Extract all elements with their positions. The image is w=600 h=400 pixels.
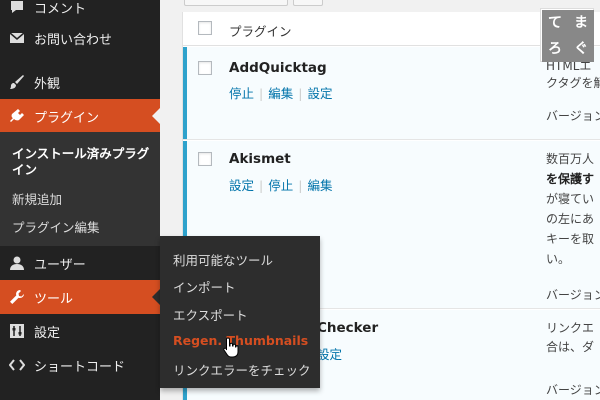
row-checkbox[interactable] bbox=[198, 61, 212, 75]
table-row: AddQuicktag 停止 | 編集 | 設定 HTMLエ クタグを解 バージョン bbox=[183, 47, 600, 140]
settings-link[interactable]: 設定 bbox=[317, 347, 342, 362]
sidebar-item-appearance[interactable]: 外観 bbox=[0, 65, 160, 99]
description-line: リンクエ bbox=[546, 321, 595, 335]
logo-char: て bbox=[542, 10, 568, 36]
submenu-item-plugin-editor[interactable]: プラグイン編集 bbox=[12, 217, 100, 236]
flyout-item-import[interactable]: インポート bbox=[173, 277, 236, 296]
description-line: キーを取 bbox=[546, 232, 595, 246]
bulk-action-select[interactable] bbox=[184, 0, 288, 6]
deactivate-link[interactable]: 停止 bbox=[229, 86, 254, 101]
settings-link[interactable]: 設定 bbox=[229, 178, 254, 193]
code-icon bbox=[0, 358, 34, 372]
deactivate-link[interactable]: 停止 bbox=[268, 178, 293, 193]
description-line: 数百万人 bbox=[546, 152, 595, 166]
edit-link[interactable]: 編集 bbox=[307, 178, 332, 193]
sidebar-item-label: プラグイン bbox=[34, 110, 100, 126]
column-header-plugin[interactable]: プラグイン bbox=[229, 21, 292, 40]
admin-sidebar: コメント お問い合わせ 外観 プラグイン インストール済みプラグイン 新規追加 … bbox=[0, 0, 160, 400]
description-line: が寝てい bbox=[546, 192, 595, 206]
settings-link[interactable]: 設定 bbox=[307, 86, 332, 101]
sidebar-item-label: コメント bbox=[34, 1, 87, 17]
mail-icon bbox=[0, 31, 34, 45]
plugin-icon bbox=[0, 108, 34, 124]
submenu-item-add-new[interactable]: 新規追加 bbox=[12, 189, 62, 208]
flyout-item-available-tools[interactable]: 利用可能なツール bbox=[173, 250, 273, 269]
description-line: 合は、ダ bbox=[546, 340, 595, 354]
description-line-bold: を保護す bbox=[546, 172, 595, 186]
select-all-checkbox[interactable] bbox=[198, 21, 212, 35]
tools-flyout-menu: 利用可能なツール インポート エクスポート Regen. Thumbnails … bbox=[160, 236, 320, 388]
logo-char: ぐ bbox=[568, 36, 594, 62]
plugin-name: AddQuicktag bbox=[229, 60, 327, 76]
sidebar-item-label: 設定 bbox=[34, 325, 61, 341]
user-icon bbox=[0, 255, 34, 271]
row-actions: 設定 bbox=[317, 344, 342, 363]
row-actions: 停止 | 編集 | 設定 bbox=[229, 86, 333, 101]
edit-link[interactable]: 編集 bbox=[268, 86, 293, 101]
sidebar-item-label: お問い合わせ bbox=[34, 32, 113, 48]
flyout-item-regen-thumbnails[interactable]: Regen. Thumbnails bbox=[173, 333, 308, 348]
sidebar-item-contact[interactable]: お問い合わせ bbox=[0, 21, 160, 55]
sidebar-item-label: 外観 bbox=[34, 76, 61, 92]
plugin-description: HTMLエ クタグを解 bbox=[546, 58, 600, 92]
plugin-description: リンクエ 合は、ダ bbox=[546, 319, 600, 357]
plugin-name: Checker bbox=[317, 320, 379, 336]
description-line: の左にあ bbox=[546, 212, 595, 226]
brush-icon bbox=[0, 74, 34, 90]
plugin-version: バージョン bbox=[546, 288, 600, 302]
comment-icon bbox=[0, 0, 34, 15]
flyout-item-export[interactable]: エクスポート bbox=[173, 305, 248, 324]
sidebar-item-users[interactable]: ユーザー bbox=[0, 246, 160, 280]
sidebar-item-label: ツール bbox=[34, 291, 74, 307]
apply-button[interactable] bbox=[293, 0, 323, 6]
wrench-icon bbox=[0, 289, 34, 305]
plugin-name: Akismet bbox=[229, 151, 291, 167]
active-plugin-indicator bbox=[183, 47, 187, 139]
table-header: プラグイン 説明 bbox=[183, 12, 600, 46]
plugin-description: 数百万人 を保護す が寝てい の左にあ キーを取 い。 bbox=[546, 149, 600, 269]
description-line: クタグを解 bbox=[546, 76, 600, 90]
site-logo: て ま ろ ぐ bbox=[540, 8, 594, 62]
sidebar-item-label: ショートコード bbox=[34, 359, 126, 375]
description-line: い。 bbox=[546, 252, 571, 266]
flyout-item-broken-link-checker[interactable]: リンクエラーをチェック bbox=[173, 360, 311, 379]
plugin-version: バージョン bbox=[546, 109, 600, 123]
sidebar-item-plugins[interactable]: プラグイン bbox=[0, 99, 160, 133]
hand-cursor-icon bbox=[223, 337, 239, 358]
sidebar-item-label: ユーザー bbox=[34, 257, 86, 273]
row-actions: 設定 | 停止 | 編集 bbox=[229, 178, 333, 193]
settings-icon bbox=[0, 323, 34, 339]
plugins-submenu: インストール済みプラグイン 新規追加 プラグイン編集 bbox=[0, 132, 160, 246]
logo-char: ま bbox=[568, 10, 594, 36]
plugin-version: バージョン bbox=[546, 383, 600, 397]
sidebar-item-settings[interactable]: 設定 bbox=[0, 314, 160, 348]
sidebar-item-tools[interactable]: ツール bbox=[0, 280, 160, 314]
logo-char: ろ bbox=[542, 36, 568, 62]
top-toolbar bbox=[160, 0, 600, 10]
row-checkbox[interactable] bbox=[198, 152, 212, 166]
sidebar-item-shortcode[interactable]: ショートコード bbox=[0, 348, 160, 382]
submenu-item-installed-plugins[interactable]: インストール済みプラグイン bbox=[12, 146, 157, 178]
